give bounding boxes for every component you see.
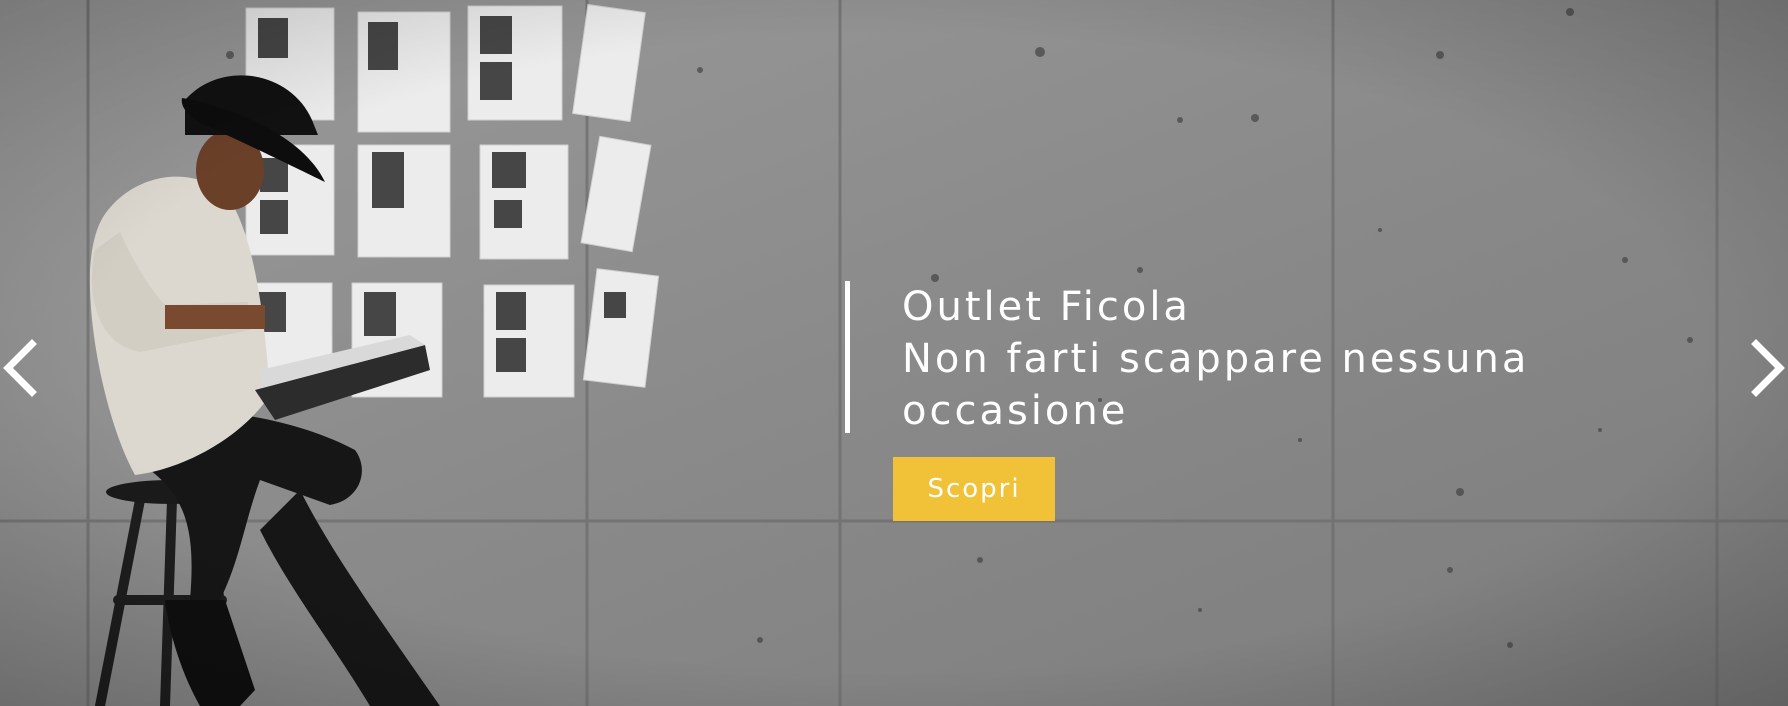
chevron-left-icon	[3, 339, 37, 397]
caption-subtitle-line-2: occasione	[902, 388, 1129, 434]
slide-caption: Outlet Ficola Non farti scappare nessuna…	[845, 281, 1530, 434]
caption-subtitle-line-1: Non farti scappare nessuna	[902, 336, 1530, 382]
slider-next-button[interactable]	[1748, 336, 1788, 400]
caption-title: Outlet Ficola	[902, 284, 1191, 330]
hero-slider: Outlet Ficola Non farti scappare nessuna…	[0, 0, 1788, 706]
scopri-button[interactable]: Scopri	[893, 457, 1055, 521]
slider-prev-button[interactable]	[0, 336, 40, 400]
chevron-right-icon	[1751, 339, 1785, 397]
